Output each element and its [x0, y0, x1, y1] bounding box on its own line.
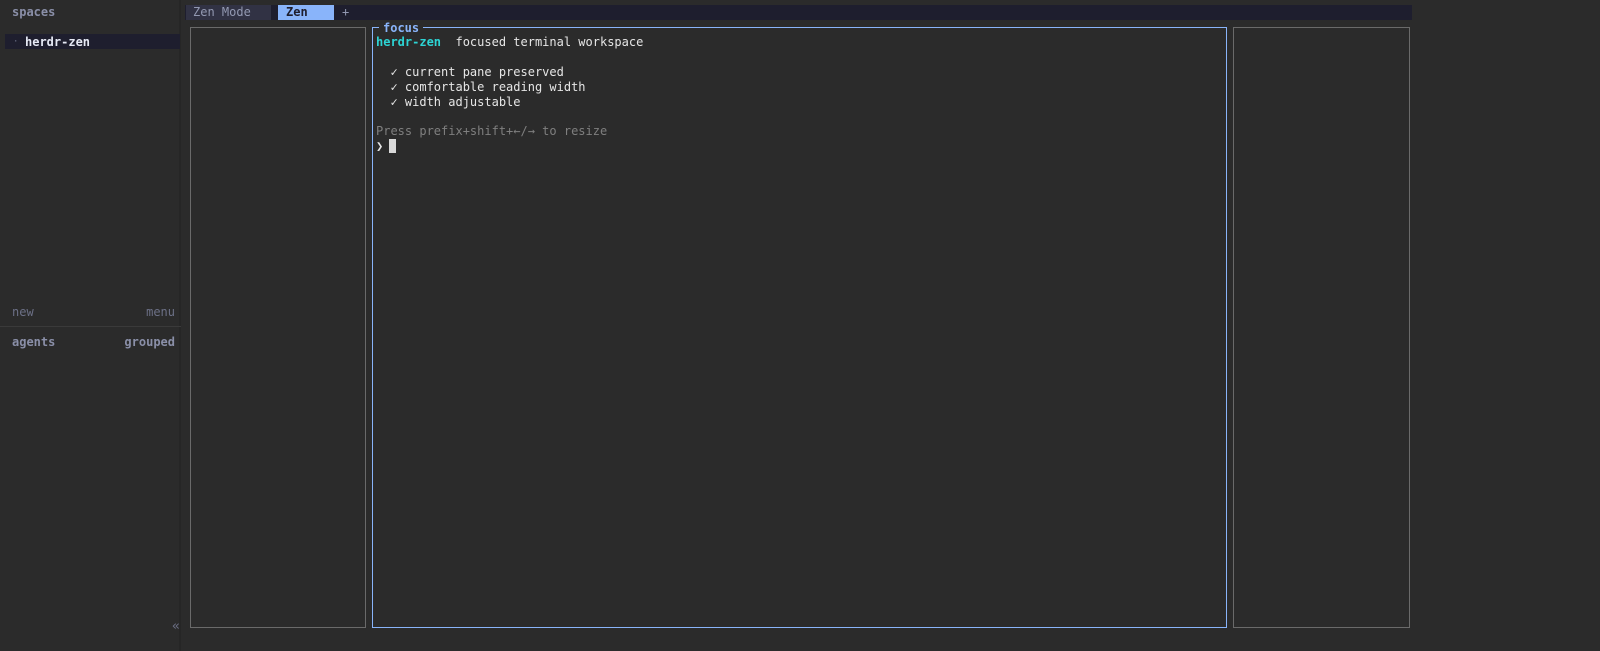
- agents-title: agents: [12, 335, 56, 349]
- sidebar-divider: [0, 326, 181, 327]
- collapse-sidebar-icon[interactable]: «: [172, 619, 180, 634]
- sidebar: spaces · herdr-zen new menu agents group…: [0, 0, 181, 651]
- prompt-chevron-icon: ❯: [376, 139, 384, 153]
- add-tab-button[interactable]: +: [342, 5, 362, 20]
- new-space-button[interactable]: new: [12, 305, 34, 319]
- terminal-header-line: herdr-zen focused terminal workspace: [376, 35, 643, 50]
- space-dot-icon: ·: [13, 36, 19, 47]
- terminal-cursor: [389, 138, 397, 153]
- tab-zen[interactable]: Zen: [278, 5, 334, 20]
- workspace-description: focused terminal workspace: [455, 35, 644, 49]
- checklist-item-text: ✓ current pane preserved: [390, 65, 564, 79]
- grouped-toggle[interactable]: grouped: [124, 335, 175, 349]
- tab-bar: Zen Mode Zen +: [185, 5, 1412, 20]
- checklist-item: ✓ width adjustable: [376, 95, 521, 110]
- prompt-line[interactable]: ❯: [376, 138, 397, 154]
- menu-button[interactable]: menu: [146, 305, 175, 319]
- space-item-herdr-zen[interactable]: · herdr-zen: [5, 34, 180, 49]
- resize-hint: Press prefix+shift+←/→ to resize: [376, 124, 608, 138]
- spaces-title: spaces: [12, 5, 56, 19]
- checklist-item-text: ✓ width adjustable: [390, 95, 521, 109]
- focus-pane[interactable]: focus herdr-zen focused terminal workspa…: [372, 21, 1227, 628]
- right-spacer-pane[interactable]: [1233, 27, 1410, 628]
- focus-pane-title: focus: [379, 21, 424, 35]
- space-label: herdr-zen: [25, 34, 91, 49]
- left-spacer-pane[interactable]: [190, 27, 366, 628]
- host-label: herdr-zen: [376, 35, 442, 49]
- app-root: spaces · herdr-zen new menu agents group…: [0, 0, 1600, 651]
- checklist-item-text: ✓ comfortable reading width: [390, 80, 586, 94]
- checklist-item: ✓ comfortable reading width: [376, 80, 586, 95]
- tab-zen-mode[interactable]: Zen Mode: [186, 5, 271, 20]
- checklist-item: ✓ current pane preserved: [376, 65, 564, 80]
